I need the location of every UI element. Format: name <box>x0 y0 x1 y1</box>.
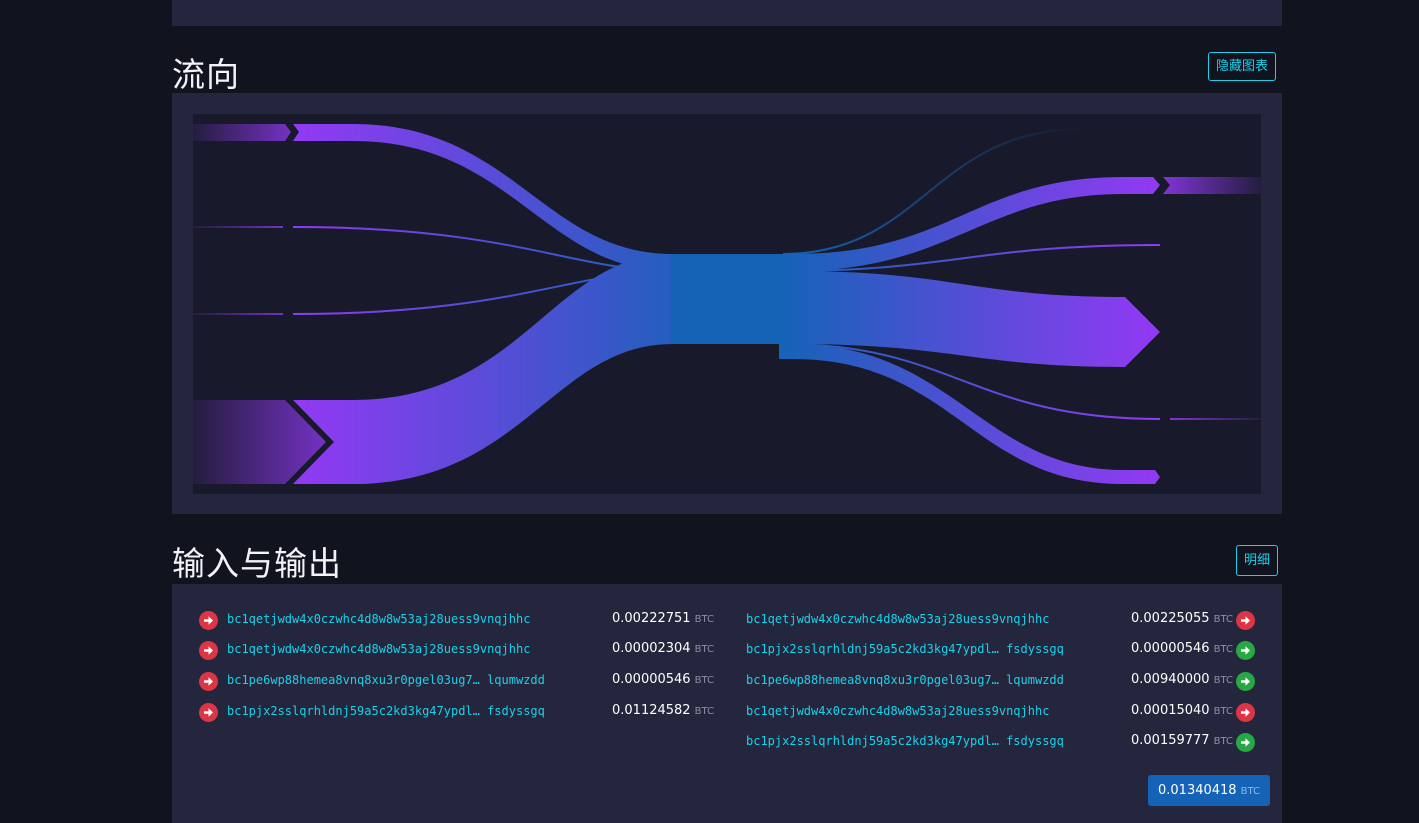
output-address-link[interactable]: bc1qetjwdw4x0czwhc4d8w8w53aj28uess9vnqjh… <box>746 612 1049 626</box>
amount-unit: BTC <box>1213 675 1233 686</box>
output-row: bc1qetjwdw4x0czwhc4d8w8w53aj28uess9vnqjh… <box>172 610 1282 632</box>
hide-chart-button[interactable]: 隐藏图表 <box>1208 52 1277 81</box>
inputs-outputs-panel: bc1qetjwdw4x0czwhc4d8w8w53aj28uess9vnqjh… <box>172 584 1282 823</box>
previous-section-panel <box>172 0 1282 26</box>
flow-section-title: 流向 <box>172 55 240 94</box>
amount-unit: BTC <box>1213 736 1233 747</box>
sankey-input-flow-1 <box>293 124 723 271</box>
sankey-input-stub-2 <box>193 226 283 228</box>
detail-button[interactable]: 明细 <box>1236 545 1279 576</box>
output-amount: 0.00225055 BTC <box>1131 611 1233 626</box>
output-address-link[interactable]: bc1pjx2sslqrhldnj59a5c2kd3kg47ypdl… fsdy… <box>746 734 1064 748</box>
amount-unit: BTC <box>1213 706 1233 717</box>
sankey-input-flow-4 <box>293 254 723 484</box>
total-amount-badge: 0.01340418 BTC <box>1148 775 1270 806</box>
sankey-input-stub-3 <box>193 313 283 315</box>
sankey-output-stub-1 <box>1163 177 1261 194</box>
arrow-right-circle-icon[interactable] <box>1236 672 1255 691</box>
sankey-transaction-node <box>671 254 781 344</box>
output-address-link[interactable]: bc1pjx2sslqrhldnj59a5c2kd3kg47ypdl… fsdy… <box>746 642 1064 656</box>
io-section-title: 输入与输出 <box>172 544 342 583</box>
output-address-link[interactable]: bc1pe6wp88hemea8vnq8xu3r0pgel03ug7… lqum… <box>746 673 1064 687</box>
output-row: bc1pjx2sslqrhldnj59a5c2kd3kg47ypdl… fsdy… <box>172 640 1282 662</box>
arrow-right-circle-icon[interactable] <box>1236 733 1255 752</box>
output-row: bc1pjx2sslqrhldnj59a5c2kd3kg47ypdl… fsdy… <box>172 732 1282 754</box>
output-amount: 0.00159777 BTC <box>1131 733 1233 748</box>
amount-value: 0.00159777 <box>1131 733 1210 748</box>
total-amount: 0.01340418 <box>1158 783 1237 798</box>
amount-value: 0.00015040 <box>1131 703 1210 718</box>
output-row: bc1pe6wp88hemea8vnq8xu3r0pgel03ug7… lqum… <box>172 671 1282 693</box>
arrow-right-circle-icon[interactable] <box>1236 611 1255 630</box>
sankey-svg <box>193 124 1261 484</box>
output-amount: 0.00000546 BTC <box>1131 641 1233 656</box>
total-unit: BTC <box>1240 786 1260 797</box>
arrow-right-circle-icon[interactable] <box>1236 703 1255 722</box>
amount-unit: BTC <box>1213 614 1233 625</box>
amount-value: 0.00225055 <box>1131 611 1210 626</box>
sankey-input-stub-1 <box>193 124 291 141</box>
output-amount: 0.00015040 BTC <box>1131 703 1233 718</box>
output-address-link[interactable]: bc1qetjwdw4x0czwhc4d8w8w53aj28uess9vnqjh… <box>746 704 1049 718</box>
arrow-right-circle-icon[interactable] <box>1236 641 1255 660</box>
flow-chart-panel <box>172 93 1282 514</box>
output-amount: 0.00940000 BTC <box>1131 672 1233 687</box>
amount-value: 0.00940000 <box>1131 672 1210 687</box>
output-row: bc1qetjwdw4x0czwhc4d8w8w53aj28uess9vnqjh… <box>172 702 1282 724</box>
sankey-diagram <box>193 114 1261 494</box>
amount-value: 0.00000546 <box>1131 641 1210 656</box>
sankey-output-stub-4 <box>1170 418 1261 420</box>
amount-unit: BTC <box>1213 644 1233 655</box>
